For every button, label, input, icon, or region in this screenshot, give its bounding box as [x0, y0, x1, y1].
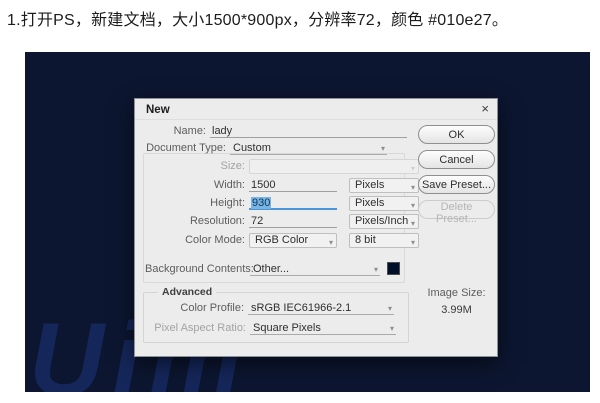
height-unit-dropdown[interactable]: Pixels ▾ — [349, 196, 419, 211]
delete-preset-button: Delete Preset... — [418, 200, 495, 219]
color-profile-label: Color Profile: — [145, 301, 244, 315]
height-unit-value: Pixels — [355, 197, 384, 209]
resolution-unit-value: Pixels/Inch — [355, 215, 408, 227]
chevron-down-icon: ▾ — [374, 263, 378, 277]
ok-button[interactable]: OK — [418, 125, 495, 144]
name-input[interactable]: lady — [210, 124, 407, 138]
advanced-section-label[interactable]: Advanced — [158, 286, 216, 298]
image-size-value: 3.99M — [418, 304, 495, 316]
width-unit-dropdown[interactable]: Pixels ▾ — [349, 178, 419, 193]
height-label: Height: — [145, 196, 245, 210]
chevron-down-icon: ▾ — [411, 162, 415, 175]
width-unit-value: Pixels — [355, 179, 384, 191]
chevron-down-icon: ▾ — [411, 199, 415, 212]
name-label: Name: — [145, 124, 206, 138]
chevron-down-icon: ▾ — [381, 142, 385, 156]
size-label: Size: — [145, 159, 245, 173]
height-row: Height: 930 Pixels ▾ — [145, 196, 419, 211]
new-document-dialog: New × Name: lady Document Type: Custom ▾ Si… — [134, 98, 498, 357]
background-contents-value: Other... — [253, 263, 289, 275]
width-row: Width: 1500 Pixels ▾ — [145, 178, 419, 193]
color-profile-dropdown[interactable]: sRGB IEC61966-2.1 ▾ — [248, 301, 394, 315]
image-size-readout: Image Size: 3.99M — [418, 287, 495, 316]
color-mode-value: RGB Color — [255, 234, 308, 246]
bit-depth-dropdown[interactable]: 8 bit ▾ — [349, 233, 419, 248]
background-color-swatch[interactable] — [387, 262, 400, 275]
width-input[interactable]: 1500 — [249, 178, 337, 192]
pixel-aspect-ratio-row: Pixel Aspect Ratio: Square Pixels ▾ — [145, 321, 396, 336]
background-contents-label: Background Contents: — [145, 262, 246, 276]
pixel-aspect-ratio-dropdown[interactable]: Square Pixels ▾ — [250, 321, 396, 335]
dialog-title: New — [146, 104, 170, 116]
document-type-label: Document Type: — [145, 141, 226, 155]
size-row: Size: ▾ — [145, 159, 419, 174]
dialog-button-column: OK Cancel Save Preset... Delete Preset..… — [418, 125, 495, 225]
color-mode-label: Color Mode: — [145, 233, 245, 247]
name-row: Name: lady — [145, 124, 407, 139]
tutorial-step-text: 1.打开PS，新建文档，大小1500*900px，分辨率72，颜色 #010e2… — [7, 6, 508, 30]
color-mode-row: Color Mode: RGB Color ▾ 8 bit ▾ — [145, 233, 419, 248]
pixel-aspect-ratio-label: Pixel Aspect Ratio: — [145, 321, 246, 335]
chevron-down-icon: ▾ — [411, 217, 415, 230]
background-contents-row: Background Contents: Other... ▾ — [145, 262, 400, 277]
size-dropdown: ▾ — [249, 159, 419, 174]
height-input[interactable]: 930 — [249, 196, 337, 210]
chevron-down-icon: ▾ — [329, 236, 333, 249]
width-label: Width: — [145, 178, 245, 192]
resolution-input[interactable]: 72 — [249, 214, 337, 228]
chevron-down-icon: ▾ — [390, 322, 394, 336]
chevron-down-icon: ▾ — [411, 181, 415, 194]
dialog-titlebar: New × — [135, 99, 497, 120]
resolution-unit-dropdown[interactable]: Pixels/Inch▾ — [349, 214, 419, 229]
chevron-down-icon: ▾ — [411, 236, 415, 249]
image-size-label: Image Size: — [418, 287, 495, 299]
color-profile-value: sRGB IEC61966-2.1 — [251, 302, 351, 314]
resolution-row: Resolution: 72 Pixels/Inch▾ — [145, 214, 419, 229]
save-preset-button[interactable]: Save Preset... — [418, 175, 495, 194]
color-profile-row: Color Profile: sRGB IEC61966-2.1 ▾ — [145, 301, 394, 316]
height-selected-text: 930 — [251, 197, 271, 209]
pixel-aspect-ratio-value: Square Pixels — [253, 322, 321, 334]
bit-depth-value: 8 bit — [355, 234, 376, 246]
document-type-value: Custom — [233, 142, 271, 154]
document-type-dropdown[interactable]: Custom ▾ — [230, 141, 387, 155]
color-mode-dropdown[interactable]: RGB Color ▾ — [249, 233, 337, 248]
document-type-row: Document Type: Custom ▾ — [145, 141, 387, 156]
background-contents-dropdown[interactable]: Other... ▾ — [250, 262, 380, 276]
close-icon[interactable]: × — [481, 102, 489, 116]
chevron-down-icon: ▾ — [388, 302, 392, 316]
cancel-button[interactable]: Cancel — [418, 150, 495, 169]
resolution-label: Resolution: — [145, 214, 245, 228]
